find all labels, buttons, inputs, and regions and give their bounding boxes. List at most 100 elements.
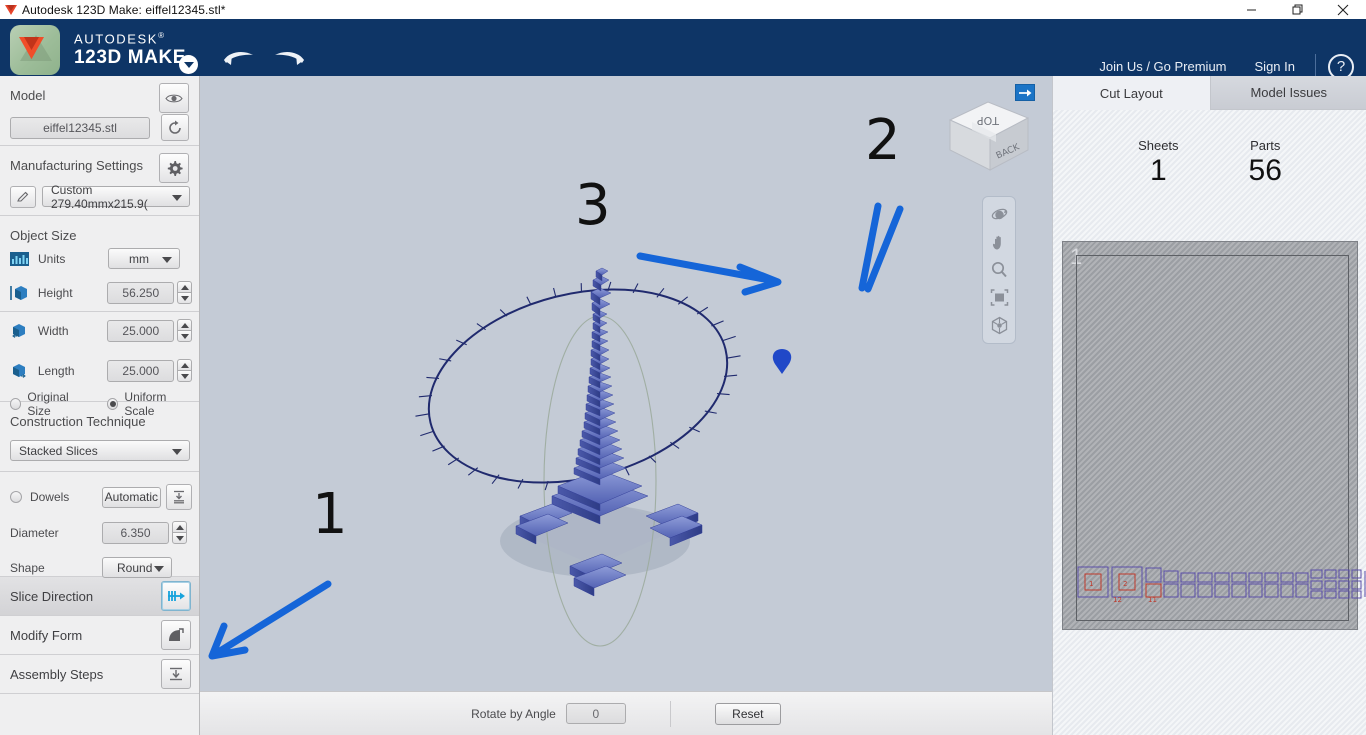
construction-title: Construction Technique bbox=[10, 414, 146, 429]
length-input[interactable]: 25.000 bbox=[107, 359, 175, 382]
height-row: Height 56.250 bbox=[10, 281, 192, 304]
width-label: Width bbox=[37, 323, 69, 338]
manufacturing-preset-select[interactable]: Custom 279.40mmx215.9( bbox=[42, 183, 190, 211]
gear-icon[interactable] bbox=[159, 153, 189, 183]
stat-sheets-label: Sheets bbox=[1138, 138, 1179, 153]
modify-form-label: Modify Form bbox=[10, 627, 83, 643]
right-panel: Cut Layout Model Issues Sheets 1 Parts 5… bbox=[1052, 76, 1366, 735]
redo-icon[interactable] bbox=[273, 49, 306, 69]
sidebar-item-assembly-steps[interactable]: Assembly Steps bbox=[0, 655, 199, 694]
edit-pencil-icon[interactable] bbox=[10, 186, 36, 208]
cut-sheet-preview[interactable]: 1 1 2 12 11 bbox=[1062, 241, 1366, 630]
diameter-stepper[interactable] bbox=[172, 521, 187, 544]
diameter-stepper-up[interactable] bbox=[172, 521, 187, 532]
width-row: Width 25.000 bbox=[10, 319, 192, 342]
model-canvas[interactable] bbox=[200, 76, 1052, 691]
model-file-field[interactable]: eiffel12345.stl bbox=[10, 117, 150, 139]
app-header: AUTODESK® 123D MAKE Join Us / Go Premium… bbox=[0, 19, 1366, 80]
length-row: Length 25.000 bbox=[10, 359, 192, 382]
chevron-down-icon bbox=[172, 195, 182, 201]
slice-direction-handle bbox=[772, 349, 792, 374]
chevron-down-icon bbox=[162, 257, 172, 263]
sign-in-link[interactable]: Sign In bbox=[1241, 59, 1309, 74]
units-select[interactable]: mm bbox=[108, 248, 180, 269]
viewport-bottom-bar: Rotate by Angle 0 Reset bbox=[200, 691, 1052, 735]
height-stepper-down[interactable] bbox=[177, 292, 192, 304]
dowel-align-icon[interactable] bbox=[166, 484, 192, 510]
units-value: mm bbox=[129, 251, 149, 266]
join-premium-link[interactable]: Join Us / Go Premium bbox=[1085, 59, 1240, 74]
svg-text:11: 11 bbox=[1148, 596, 1157, 604]
diameter-input[interactable]: 6.350 bbox=[102, 521, 169, 544]
annotation-marker-3: 3 bbox=[575, 173, 611, 238]
rotate-angle-input[interactable]: 0 bbox=[565, 703, 626, 724]
length-stepper-down[interactable] bbox=[177, 370, 192, 382]
chevron-down-icon[interactable] bbox=[179, 55, 198, 74]
sidebar-item-slice-direction[interactable]: Slice Direction bbox=[0, 577, 199, 616]
units-row: Units mm bbox=[10, 248, 192, 269]
shape-row: Shape Round bbox=[10, 557, 192, 578]
dowels-automatic-button[interactable]: Automatic bbox=[101, 486, 162, 508]
construction-section: Construction Technique Stacked Slices bbox=[0, 402, 199, 472]
assembly-steps-icon[interactable] bbox=[161, 659, 191, 689]
width-stepper-down[interactable] bbox=[177, 330, 192, 342]
undo-icon[interactable] bbox=[222, 49, 255, 69]
units-icon bbox=[10, 251, 30, 266]
width-stepper-up[interactable] bbox=[177, 319, 192, 330]
object-size-title: Object Size bbox=[10, 228, 77, 243]
height-label: Height bbox=[37, 285, 73, 300]
tab-model-issues[interactable]: Model Issues bbox=[1210, 76, 1366, 110]
height-stepper[interactable] bbox=[177, 281, 192, 304]
minimize-button[interactable] bbox=[1228, 0, 1274, 19]
refresh-icon[interactable] bbox=[161, 114, 189, 141]
close-button[interactable] bbox=[1320, 0, 1366, 19]
window-controls bbox=[1228, 0, 1366, 19]
height-stepper-up[interactable] bbox=[177, 281, 192, 292]
window-titlebar: Autodesk 123D Make: eiffel12345.stl* bbox=[0, 0, 1366, 19]
tab-cut-layout[interactable]: Cut Layout bbox=[1053, 76, 1211, 110]
modify-form-icon[interactable] bbox=[161, 620, 191, 650]
dowels-row: Dowels Automatic bbox=[10, 484, 192, 510]
object-size-section-2: Width 25.000 Length 25.000 Original Size… bbox=[0, 312, 199, 418]
dowels-section: Dowels Automatic Diameter 6.350 Shape Ro… bbox=[0, 472, 199, 578]
width-icon bbox=[10, 323, 30, 339]
left-sidebar: Model eiffel12345.stl Manufacturing Sett… bbox=[0, 76, 200, 735]
construction-technique-select[interactable]: Stacked Slices bbox=[10, 440, 190, 461]
manufacturing-preset-value: Custom 279.40mmx215.9( bbox=[51, 182, 148, 211]
brand-line-1: AUTODESK bbox=[74, 31, 159, 47]
brand-line-2: 123D MAKE bbox=[74, 47, 187, 69]
cut-layout-stats: Sheets 1 Parts 56 bbox=[1053, 138, 1366, 189]
width-stepper[interactable] bbox=[177, 319, 192, 342]
visibility-eye-icon[interactable] bbox=[159, 83, 189, 113]
model-section: Model eiffel12345.stl bbox=[0, 76, 199, 146]
length-stepper[interactable] bbox=[177, 359, 192, 382]
length-stepper-up[interactable] bbox=[177, 359, 192, 370]
viewport-3d[interactable]: TOP BACK 3 2 1 bbox=[200, 76, 1052, 691]
tab-cut-layout-label: Cut Layout bbox=[1099, 85, 1163, 101]
annotation-marker-2: 2 bbox=[865, 108, 901, 173]
diameter-label: Diameter bbox=[10, 525, 59, 540]
svg-text:12: 12 bbox=[1113, 596, 1122, 604]
stat-parts: Parts 56 bbox=[1249, 138, 1282, 189]
restore-button[interactable] bbox=[1274, 0, 1320, 19]
right-panel-tabs: Cut Layout Model Issues bbox=[1053, 76, 1366, 110]
sidebar-item-modify-form[interactable]: Modify Form bbox=[0, 616, 199, 655]
width-input[interactable]: 25.000 bbox=[107, 319, 175, 342]
diameter-stepper-down[interactable] bbox=[172, 532, 187, 544]
stat-parts-value: 56 bbox=[1248, 154, 1282, 187]
shape-select[interactable]: Round bbox=[102, 557, 172, 578]
nested-parts-layout[interactable]: 12 12 11 bbox=[1076, 555, 1366, 615]
slice-direction-label: Slice Direction bbox=[10, 588, 94, 604]
model-section-title: Model bbox=[10, 88, 46, 103]
object-size-section: Object Size Units mm Height 56.250 bbox=[0, 216, 199, 312]
svg-text:1: 1 bbox=[1089, 580, 1093, 588]
height-input[interactable]: 56.250 bbox=[107, 281, 175, 304]
dowels-radio[interactable] bbox=[10, 491, 22, 503]
slice-direction-icon[interactable] bbox=[161, 581, 191, 611]
window-title: Autodesk 123D Make: eiffel12345.stl* bbox=[22, 2, 226, 17]
height-icon bbox=[10, 285, 30, 301]
tab-model-issues-label: Model Issues bbox=[1250, 85, 1328, 100]
app-logo-icon bbox=[0, 0, 22, 19]
reset-button[interactable]: Reset bbox=[714, 702, 781, 725]
length-icon bbox=[10, 363, 30, 379]
